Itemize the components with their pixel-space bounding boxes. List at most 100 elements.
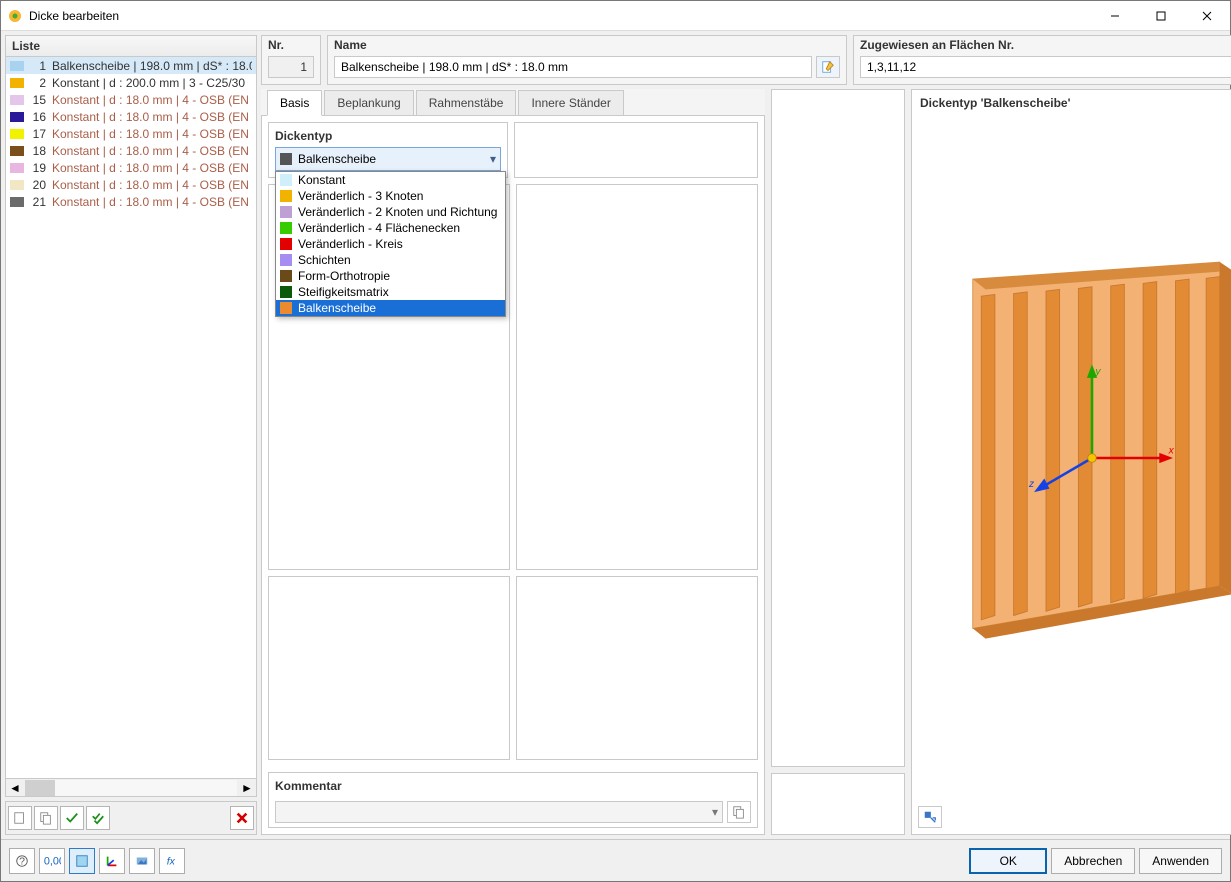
- preview-title: Dickentyp 'Balkenscheibe': [912, 90, 1231, 116]
- comment-label: Kommentar: [275, 779, 751, 793]
- surface-select-button[interactable]: [69, 848, 95, 874]
- name-group: Name Balkenscheibe | 198.0 mm | dS* : 18…: [327, 35, 847, 85]
- option-label: Schichten: [298, 253, 351, 267]
- name-label: Name: [334, 38, 840, 52]
- svg-text:z: z: [1028, 479, 1034, 490]
- list-item-text: Konstant | d : 18.0 mm | 4 - OSB (EN 300…: [52, 110, 252, 124]
- list-header: Liste: [6, 36, 256, 57]
- list-item-text: Konstant | d : 18.0 mm | 4 - OSB (EN 300…: [52, 161, 252, 175]
- list-item-number: 2: [28, 76, 46, 90]
- list-item-text: Balkenscheibe | 198.0 mm | dS* : 18.0 mm: [52, 59, 252, 73]
- preview-3d[interactable]: y x z: [912, 116, 1231, 800]
- chevron-down-icon: ▾: [490, 152, 496, 166]
- list-item[interactable]: 21 Konstant | d : 18.0 mm | 4 - OSB (EN …: [6, 193, 256, 210]
- list-item-text: Konstant | d : 18.0 mm | 4 - OSB (EN 300…: [52, 195, 252, 209]
- list-item-text: Konstant | d : 18.0 mm | 4 - OSB (EN 300…: [52, 93, 252, 107]
- option-label: Veränderlich - 3 Knoten: [298, 189, 423, 203]
- edit-name-button[interactable]: [816, 56, 840, 78]
- thickness-type-combo[interactable]: Balkenscheibe ▾ Konstant Veränderlich - …: [275, 147, 501, 171]
- option-swatch: [280, 254, 292, 266]
- assigned-group: Zugewiesen an Flächen Nr. 1,3,11,12: [853, 35, 1231, 85]
- assigned-field[interactable]: 1,3,11,12: [860, 56, 1231, 78]
- tab-bar: Basis Beplankung Rahmenstäbe Innere Stän…: [261, 89, 765, 116]
- dropdown-option[interactable]: Balkenscheibe: [276, 300, 505, 316]
- empty-panel-mid-right: [516, 184, 758, 570]
- list-item-text: Konstant | d : 18.0 mm | 4 - OSB (EN 300…: [52, 178, 252, 192]
- tab-beplankung[interactable]: Beplankung: [324, 90, 413, 115]
- delete-button[interactable]: [230, 806, 254, 830]
- maximize-button[interactable]: [1138, 1, 1184, 31]
- svg-text:?: ?: [19, 855, 25, 867]
- svg-text:x: x: [1168, 446, 1175, 457]
- scroll-right-icon[interactable]: ►: [238, 781, 256, 795]
- dropdown-option[interactable]: Veränderlich - Kreis: [276, 236, 505, 252]
- color-swatch: [10, 61, 24, 71]
- minimize-button[interactable]: [1092, 1, 1138, 31]
- list-item[interactable]: 16 Konstant | d : 18.0 mm | 4 - OSB (EN …: [6, 108, 256, 125]
- horizontal-scrollbar[interactable]: ◄ ►: [6, 778, 256, 796]
- combo-swatch: [280, 153, 292, 165]
- comment-combo[interactable]: ▾: [275, 801, 723, 823]
- thickness-type-dropdown[interactable]: Konstant Veränderlich - 3 Knoten Verände…: [275, 171, 506, 317]
- check-button[interactable]: [60, 806, 84, 830]
- number-label: Nr.: [268, 38, 314, 52]
- copy-button[interactable]: [34, 806, 58, 830]
- list-item[interactable]: 20 Konstant | d : 18.0 mm | 4 - OSB (EN …: [6, 176, 256, 193]
- list-item[interactable]: 2 Konstant | d : 200.0 mm | 3 - C25/30: [6, 74, 256, 91]
- function-button[interactable]: fx: [159, 848, 185, 874]
- option-label: Konstant: [298, 173, 345, 187]
- units-button[interactable]: 0,00: [39, 848, 65, 874]
- number-field[interactable]: 1: [268, 56, 314, 78]
- color-swatch: [10, 146, 24, 156]
- preview-export-button[interactable]: [129, 848, 155, 874]
- list-item[interactable]: 18 Konstant | d : 18.0 mm | 4 - OSB (EN …: [6, 142, 256, 159]
- close-button[interactable]: [1184, 1, 1230, 31]
- cancel-button[interactable]: Abbrechen: [1051, 848, 1135, 874]
- ok-button[interactable]: OK: [969, 848, 1047, 874]
- apply-button[interactable]: Anwenden: [1139, 848, 1222, 874]
- tab-basis[interactable]: Basis: [267, 90, 322, 116]
- help-button[interactable]: ?: [9, 848, 35, 874]
- list-item-number: 19: [28, 161, 46, 175]
- option-swatch: [280, 222, 292, 234]
- svg-text:y: y: [1094, 367, 1101, 378]
- scroll-thumb[interactable]: [25, 780, 55, 796]
- comment-library-button[interactable]: [727, 801, 751, 823]
- option-swatch: [280, 190, 292, 202]
- dropdown-option[interactable]: Veränderlich - 2 Knoten und Richtung: [276, 204, 505, 220]
- color-swatch: [10, 129, 24, 139]
- dropdown-option[interactable]: Form-Orthotropie: [276, 268, 505, 284]
- app-icon: [7, 8, 23, 24]
- option-label: Veränderlich - Kreis: [298, 237, 403, 251]
- empty-panel-bottom-left: [268, 576, 510, 760]
- name-field[interactable]: Balkenscheibe | 198.0 mm | dS* : 18.0 mm: [334, 56, 812, 78]
- dropdown-option[interactable]: Steifigkeitsmatrix: [276, 284, 505, 300]
- thickness-list[interactable]: 1 Balkenscheibe | 198.0 mm | dS* : 18.0 …: [6, 57, 256, 778]
- scroll-track[interactable]: [25, 780, 237, 796]
- chevron-down-icon: ▾: [712, 805, 718, 819]
- preview-settings-button[interactable]: [918, 806, 942, 828]
- dropdown-option[interactable]: Veränderlich - 4 Flächenecken: [276, 220, 505, 236]
- axes-toggle-button[interactable]: [99, 848, 125, 874]
- tab-innere-staender[interactable]: Innere Ständer: [518, 90, 623, 115]
- check-all-button[interactable]: [86, 806, 110, 830]
- list-item[interactable]: 15 Konstant | d : 18.0 mm | 4 - OSB (EN …: [6, 91, 256, 108]
- list-item[interactable]: 1 Balkenscheibe | 198.0 mm | dS* : 18.0 …: [6, 57, 256, 74]
- dropdown-option[interactable]: Veränderlich - 3 Knoten: [276, 188, 505, 204]
- new-button[interactable]: [8, 806, 32, 830]
- option-label: Form-Orthotropie: [298, 269, 390, 283]
- window-title: Dicke bearbeiten: [29, 9, 1092, 23]
- option-swatch: [280, 302, 292, 314]
- color-swatch: [10, 78, 24, 88]
- option-label: Veränderlich - 4 Flächenecken: [298, 221, 460, 235]
- scroll-left-icon[interactable]: ◄: [6, 781, 24, 795]
- tab-rahmenstaebe[interactable]: Rahmenstäbe: [416, 90, 517, 115]
- dropdown-option[interactable]: Konstant: [276, 172, 505, 188]
- option-label: Steifigkeitsmatrix: [298, 285, 389, 299]
- svg-text:fx: fx: [167, 855, 176, 867]
- list-item[interactable]: 17 Konstant | d : 18.0 mm | 4 - OSB (EN …: [6, 125, 256, 142]
- dropdown-option[interactable]: Schichten: [276, 252, 505, 268]
- color-swatch: [10, 180, 24, 190]
- list-item[interactable]: 19 Konstant | d : 18.0 mm | 4 - OSB (EN …: [6, 159, 256, 176]
- empty-panel-narrow-top: [771, 89, 905, 767]
